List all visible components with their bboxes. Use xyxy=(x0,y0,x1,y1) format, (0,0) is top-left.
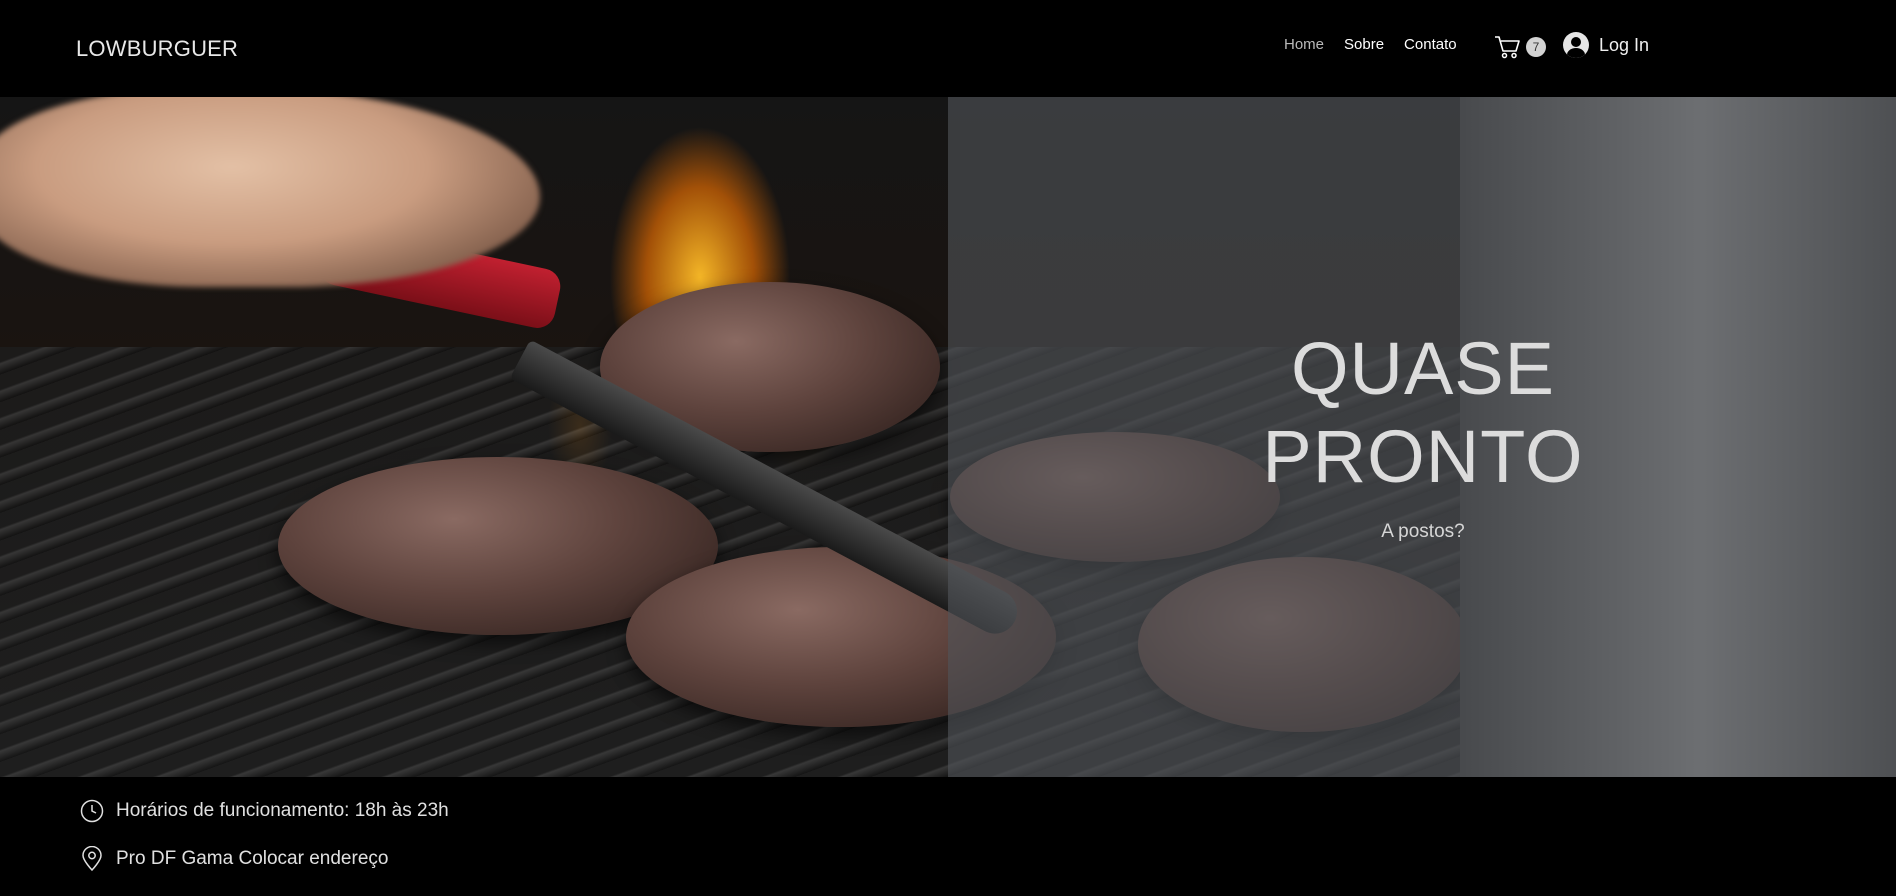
main-nav: Home Sobre Contato xyxy=(1284,36,1457,53)
address-text: Pro DF Gama Colocar endereço xyxy=(116,848,389,869)
opening-hours-text: Horários de funcionamento: 18h às 23h xyxy=(116,800,449,821)
user-avatar-icon xyxy=(1563,32,1589,58)
cart-count-badge: 7 xyxy=(1526,37,1546,57)
hero-section: QUASE PRONTO A postos? xyxy=(0,97,1896,777)
nav-home[interactable]: Home xyxy=(1284,36,1324,53)
hero-title-line2: PRONTO xyxy=(1262,415,1584,498)
location-pin-icon xyxy=(82,846,102,872)
cart-button[interactable]: 7 xyxy=(1494,33,1550,61)
hero-title-line1: QUASE xyxy=(1290,327,1556,410)
brand-logo[interactable]: LOWBURGUER xyxy=(76,36,238,62)
nav-sobre[interactable]: Sobre xyxy=(1344,36,1384,53)
info-bar: Horários de funcionamento: 18h às 23h Pr… xyxy=(0,777,1896,896)
opening-hours: Horários de funcionamento: 18h às 23h xyxy=(80,799,449,823)
address: Pro DF Gama Colocar endereço xyxy=(80,846,388,872)
hero-subtitle: A postos? xyxy=(1381,521,1465,542)
hero-title: QUASE PRONTO xyxy=(1130,325,1716,501)
nav-contato[interactable]: Contato xyxy=(1404,36,1457,53)
login-label: Log In xyxy=(1599,34,1650,55)
site-header: LOWBURGUER Home Sobre Contato 7 Log In xyxy=(0,0,1896,97)
cart-icon xyxy=(1495,36,1520,59)
hand xyxy=(0,97,540,287)
login-button[interactable]: Log In xyxy=(1563,32,1649,58)
clock-icon xyxy=(80,799,104,823)
